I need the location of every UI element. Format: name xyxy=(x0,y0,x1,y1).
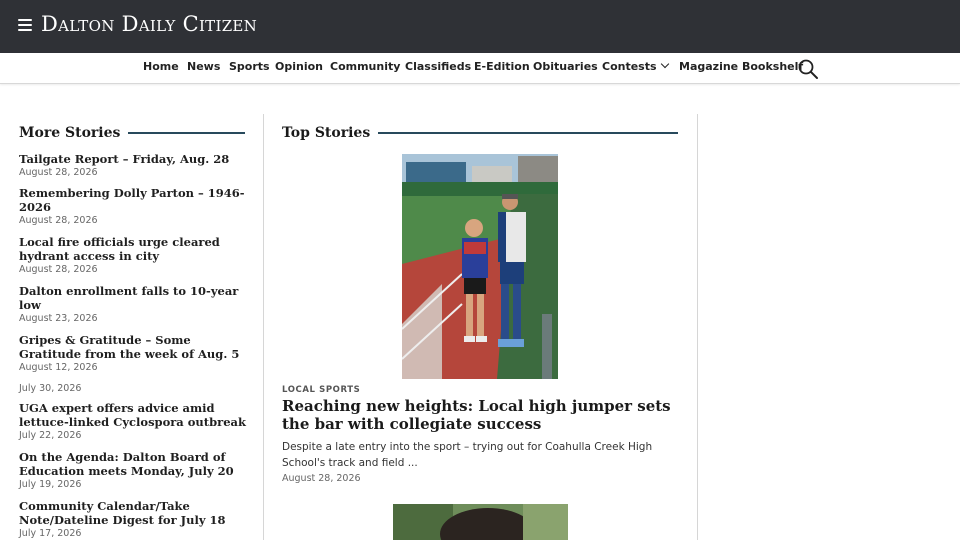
nav-item-community[interactable]: Community xyxy=(330,60,400,73)
story-headline[interactable]: Tailgate Report – Friday, Aug. 28 xyxy=(19,152,249,166)
nav-item-e-edition[interactable]: E-Edition xyxy=(474,60,530,73)
story-date: August 28, 2026 xyxy=(19,215,98,226)
story-headline[interactable]: On the Agenda: Dalton Board of Education… xyxy=(19,450,249,478)
nav-item-news[interactable]: News xyxy=(187,60,220,73)
list-item: Local fire officials urge cleared hydran… xyxy=(19,235,249,276)
top-stories-header: Top Stories xyxy=(282,125,678,141)
column-divider xyxy=(263,114,264,540)
list-item: On the Agenda: Dalton Board of Education… xyxy=(19,450,249,491)
search-icon[interactable] xyxy=(797,58,819,80)
list-item: Remembering Dolly Parton – 1946-2026 Aug… xyxy=(19,186,249,227)
story-headline[interactable]: Local fire officials urge cleared hydran… xyxy=(19,235,249,263)
list-item: Tailgate Report – Friday, Aug. 28 August… xyxy=(19,152,249,179)
story-kicker[interactable]: LOCAL SPORTS xyxy=(282,385,360,395)
lead-story-teaser: Despite a late entry into the sport – tr… xyxy=(282,441,653,469)
nav-item-contests-label: Contests xyxy=(602,60,657,73)
lead-story-headline[interactable]: Reaching new heights: Local high jumper … xyxy=(282,397,682,433)
story-date: July 30, 2026 xyxy=(19,383,82,394)
list-item: July 30, 2026 xyxy=(19,382,249,395)
list-item: UGA expert offers advice amid lettuce-li… xyxy=(19,401,249,442)
nav-item-magazine-bookshelf[interactable]: Magazine Bookshelf xyxy=(679,60,803,73)
column-divider xyxy=(697,114,698,540)
list-item: Gripes & Gratitude – Some Gratitude from… xyxy=(19,333,249,374)
top-stories-title: Top Stories xyxy=(282,125,371,141)
more-stories-header: More Stories xyxy=(19,125,245,141)
story-date: August 23, 2026 xyxy=(19,313,98,324)
section-rule xyxy=(378,132,678,134)
nav-item-sports[interactable]: Sports xyxy=(229,60,270,73)
nav-item-opinion[interactable]: Opinion xyxy=(275,60,323,73)
story-date: July 22, 2026 xyxy=(19,430,82,441)
story-headline[interactable]: Dalton enrollment falls to 10-year low xyxy=(19,284,249,312)
story-headline[interactable]: Community Calendar/Take Note/Dateline Di… xyxy=(19,499,249,527)
story-date: August 28, 2026 xyxy=(19,264,98,275)
nav-item-home[interactable]: Home xyxy=(143,60,179,73)
story-date: July 19, 2026 xyxy=(19,479,82,490)
story-date: August 12, 2026 xyxy=(19,362,98,373)
second-story-photo[interactable] xyxy=(393,504,568,540)
list-item: Community Calendar/Take Note/Dateline Di… xyxy=(19,499,249,540)
lead-story-date: August 28, 2026 xyxy=(282,473,361,484)
list-item: Dalton enrollment falls to 10-year low A… xyxy=(19,284,249,325)
nav-item-contests[interactable]: Contests xyxy=(602,59,669,73)
menu-icon[interactable] xyxy=(18,19,32,31)
more-stories-title: More Stories xyxy=(19,125,121,141)
nav-item-obituaries[interactable]: Obituaries xyxy=(533,60,598,73)
chevron-down-icon xyxy=(660,59,669,69)
lead-story-photo[interactable] xyxy=(402,154,558,379)
site-masthead[interactable]: Dalton Daily Citizen xyxy=(41,12,257,36)
section-rule xyxy=(128,132,245,134)
nav-item-classifieds[interactable]: Classifieds xyxy=(405,60,471,73)
story-date: July 17, 2026 xyxy=(19,528,82,539)
story-date: August 28, 2026 xyxy=(19,167,98,178)
story-headline[interactable]: UGA expert offers advice amid lettuce-li… xyxy=(19,401,249,429)
story-headline[interactable]: Remembering Dolly Parton – 1946-2026 xyxy=(19,186,249,214)
story-headline[interactable]: Gripes & Gratitude – Some Gratitude from… xyxy=(19,333,249,361)
more-stories-list: Tailgate Report – Friday, Aug. 28 August… xyxy=(19,152,249,540)
site-header: Dalton Daily Citizen xyxy=(0,0,960,53)
